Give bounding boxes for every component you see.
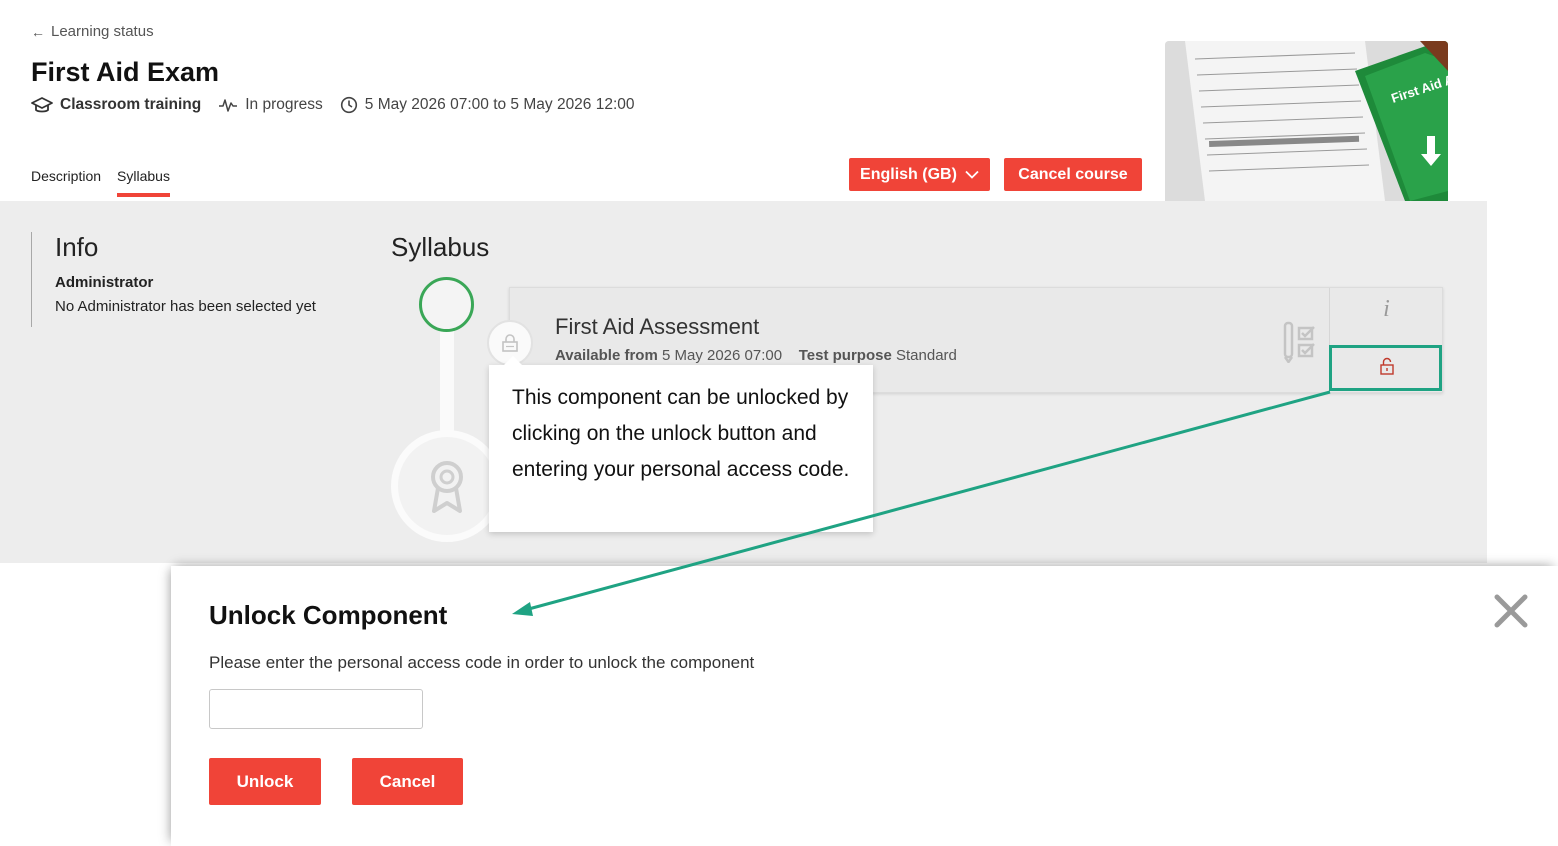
course-schedule-label: 5 May 2026 07:00 to 5 May 2026 12:00 [364,96,635,113]
course-tabs: Description Syllabus [31,168,170,197]
info-title: Info [55,232,99,262]
unlock-button[interactable]: Unlock [209,758,321,805]
course-image: First Aid Assessment [1165,41,1448,201]
clock-icon [340,96,357,114]
tooltip-text: This component can be unlocked by clicki… [512,386,850,481]
course-type: Classroom training [31,96,201,114]
timeline-start-circle [419,277,474,332]
unlock-tooltip: This component can be unlocked by clicki… [489,356,873,532]
component-title: First Aid Assessment [555,314,760,339]
administrator-label: Administrator [55,274,154,291]
cancel-button[interactable]: Cancel [352,758,463,805]
component-meta: Available from 5 May 2026 07:00 Test pur… [555,347,957,364]
syllabus-title: Syllabus [391,232,490,262]
unlock-component-modal: Unlock Component Please enter the person… [171,566,1558,846]
test-checklist-icon [1283,321,1315,363]
available-from-value: 5 May 2026 07:00 [661,347,783,364]
administrator-value: No Administrator has been selected yet [55,298,316,315]
cancel-course-button[interactable]: Cancel course [1004,158,1142,191]
activity-icon [219,99,238,112]
chevron-down-icon [965,170,979,179]
graduation-cap-icon [31,97,53,113]
award-badge-icon [431,461,463,513]
test-purpose-value: Standard [896,347,957,364]
timeline-end-circle [391,430,503,542]
modal-title: Unlock Component [209,600,448,630]
language-dropdown[interactable]: English (GB) [849,158,990,191]
first-aid-assessment-photo: First Aid Assessment [1165,41,1448,201]
available-from-label: Available from [555,347,658,364]
close-icon[interactable] [1491,591,1531,631]
back-link-label: Learning status [51,23,154,40]
test-purpose-label: Test purpose [798,347,892,364]
course-schedule: 5 May 2026 07:00 to 5 May 2026 12:00 [340,96,635,114]
language-label: English (GB) [860,165,957,183]
page-title: First Aid Exam [31,57,220,87]
arrow-left-icon: ← [31,23,45,40]
access-code-input[interactable] [209,689,423,729]
course-status: In progress [218,96,323,114]
course-status-label: In progress [245,96,323,113]
tab-description[interactable]: Description [31,168,101,197]
tab-syllabus[interactable]: Syllabus [117,168,170,197]
info-panel: Info Administrator No Administrator has … [31,232,316,327]
info-icon[interactable]: i [1330,296,1443,323]
back-link[interactable]: ← Learning status [31,23,154,40]
timeline-line [440,325,454,440]
course-type-label: Classroom training [60,96,202,113]
lock-icon [502,334,518,352]
modal-description: Please enter the personal access code in… [209,653,755,672]
unlock-highlight-annotation [1329,345,1442,391]
course-meta: Classroom training In progress 5 May 202… [31,96,652,114]
